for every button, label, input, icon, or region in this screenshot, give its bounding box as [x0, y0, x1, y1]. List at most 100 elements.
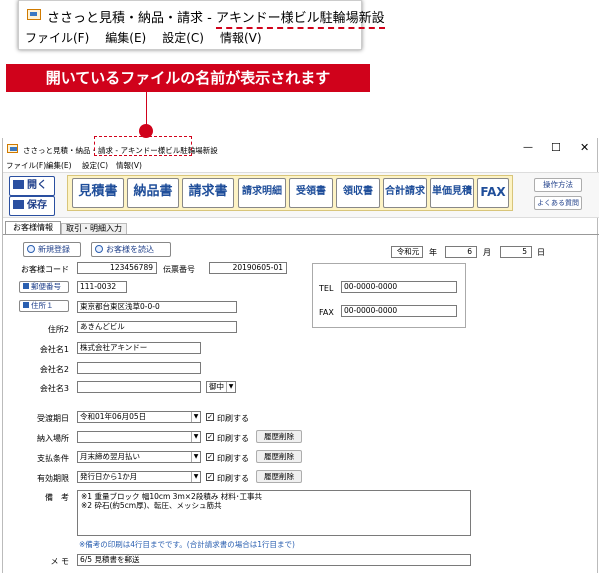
postal-field[interactable]: 111-0032: [77, 281, 127, 293]
postal-btn-label: 郵便番号: [31, 282, 61, 291]
open-button[interactable]: 開く: [9, 176, 55, 196]
delivery-button[interactable]: 納品書: [127, 178, 179, 208]
company2-field[interactable]: [77, 362, 201, 374]
open-label: 開く: [27, 180, 47, 191]
chevron-down-icon: ▼: [191, 432, 200, 442]
print-checkbox-delivery-date[interactable]: ✓: [206, 413, 214, 421]
contact-panel: [312, 263, 466, 328]
app-window: ささっと見積・納品・請求 - アキンドー様ビル駐輪場新設 — ☐ ✕ ファイル(…: [2, 138, 599, 573]
print-checkbox-payment-terms[interactable]: ✓: [206, 453, 214, 461]
invoice-detail-button[interactable]: 請求明細: [238, 178, 286, 208]
address1-lookup-button[interactable]: 住所１: [19, 300, 69, 312]
delivery-date-select[interactable]: 令和01年06月05日 ▼: [77, 411, 201, 423]
printer-icon: [23, 302, 29, 308]
person-search-icon: [95, 245, 103, 253]
zoom-menu-settings: 設定(C): [162, 31, 204, 45]
total-invoice-button[interactable]: 合計請求: [383, 178, 427, 208]
company3-label: 会社名3: [39, 384, 69, 393]
address2-field[interactable]: あきんどビル: [77, 321, 237, 333]
delivery-place-select[interactable]: ▼: [77, 431, 201, 443]
read-customer-button[interactable]: お客様を読込: [91, 242, 171, 257]
slip-no-field[interactable]: 20190605-01: [209, 262, 287, 274]
company3-field[interactable]: [77, 381, 201, 393]
zoom-title-prefix: ささっと見積・納品・請求 -: [47, 11, 216, 26]
honorific-select[interactable]: 御中 ▼: [206, 381, 236, 393]
fax-field[interactable]: 00-0000-0000: [341, 305, 457, 317]
payment-terms-select[interactable]: 月末締め翌月払い ▼: [77, 451, 201, 463]
era-field[interactable]: 令和元: [391, 246, 423, 258]
maximize-button[interactable]: ☐: [551, 141, 561, 154]
tel-field[interactable]: 00-0000-0000: [341, 281, 457, 293]
print-label: 印刷する: [217, 474, 249, 483]
memo-field[interactable]: 6/5 見積書を郵送: [77, 554, 471, 566]
new-register-button[interactable]: 新規登録: [23, 242, 81, 257]
open-icon: [13, 180, 24, 189]
day-field[interactable]: 5: [500, 246, 532, 258]
close-button[interactable]: ✕: [580, 141, 589, 154]
estimate-button[interactable]: 見積書: [72, 178, 124, 208]
tab-customer-info[interactable]: お客様情報: [5, 221, 61, 234]
menu-file[interactable]: ファイル(F): [6, 160, 46, 171]
menu-edit[interactable]: 編集(E): [46, 160, 72, 171]
receipt-of-goods-button[interactable]: 受領書: [289, 178, 333, 208]
year-unit: 年: [429, 248, 437, 257]
unit-price-estimate-button[interactable]: 単価見積: [430, 178, 474, 208]
validity-select[interactable]: 発行日から1か月 ▼: [77, 471, 201, 483]
save-icon: [13, 200, 24, 209]
receipt-button[interactable]: 領収書: [336, 178, 380, 208]
zoom-title-filename: アキンドー様ビル駐輪場新設: [215, 11, 385, 29]
history-delete-button[interactable]: 履歴削除: [256, 450, 302, 463]
company1-field[interactable]: 株式会社アキンドー: [77, 342, 201, 354]
menu-settings[interactable]: 設定(C): [82, 160, 108, 171]
remarks-note: ※備考の印刷は4行目までです。(合計請求書の場合は1行目まで): [79, 540, 295, 549]
remarks-textarea[interactable]: ※1 重量ブロック 幅10cm 3m×2段積み 材料･工事共 ※2 砕石(約5c…: [77, 490, 471, 536]
company2-label: 会社名2: [39, 365, 69, 374]
print-label: 印刷する: [217, 434, 249, 443]
tab-transaction-entry[interactable]: 取引・明細入力: [61, 223, 127, 234]
minimize-button[interactable]: —: [523, 142, 533, 153]
zoom-menubar: ファイル(F) 編集(E) 設定(C) 情報(V): [25, 29, 278, 46]
remarks-line-2: ※2 砕石(約5cm厚)、転圧、メッシュ筋共: [81, 501, 222, 510]
validity-value: 発行日から1か月: [80, 472, 138, 481]
postal-lookup-button[interactable]: 郵便番号: [19, 281, 69, 293]
chevron-down-icon: ▼: [191, 412, 200, 422]
honorific-value: 御中: [209, 382, 224, 391]
delivery-date-label: 受渡期日: [37, 414, 69, 423]
zoom-menu-file: ファイル(F): [25, 31, 90, 45]
callout-highlight-box: [94, 136, 192, 156]
print-label: 印刷する: [217, 414, 249, 423]
month-unit: 月: [483, 248, 491, 257]
save-button[interactable]: 保存: [9, 196, 55, 216]
customer-code-field[interactable]: 123456789: [77, 262, 157, 274]
customer-code-label: お客様コード: [21, 265, 69, 274]
delivery-date-value: 令和01年06月05日: [80, 412, 147, 421]
faq-button[interactable]: よくある質問: [534, 196, 582, 210]
window-app-icon: [7, 144, 18, 153]
invoice-button[interactable]: 請求書: [182, 178, 234, 208]
chevron-down-icon: ▼: [191, 452, 200, 462]
fax-button[interactable]: FAX: [477, 178, 509, 208]
month-field[interactable]: 6: [445, 246, 477, 258]
save-label: 保存: [27, 200, 47, 211]
callout-banner: 開いているファイルの名前が表示されます: [6, 64, 370, 92]
day-unit: 日: [537, 248, 545, 257]
zoom-title: ささっと見積・納品・請求 - アキンドー様ビル駐輪場新設: [47, 7, 385, 29]
address1-field[interactable]: 東京都台東区浅草0-0-0: [77, 301, 237, 313]
history-delete-button[interactable]: 履歴削除: [256, 430, 302, 443]
delivery-place-label: 納入場所: [37, 434, 69, 443]
tel-label: TEL: [319, 284, 334, 293]
print-checkbox-validity[interactable]: ✓: [206, 473, 214, 481]
remarks-label: 備 考: [45, 493, 69, 502]
company1-label: 会社名1: [39, 345, 69, 354]
callout-line: [146, 92, 147, 126]
validity-label: 有効期限: [37, 474, 69, 483]
callout-dot: [139, 124, 153, 138]
print-label: 印刷する: [217, 454, 249, 463]
person-icon: [27, 245, 35, 253]
manual-button[interactable]: 操作方法: [534, 178, 582, 192]
history-delete-button[interactable]: 履歴削除: [256, 470, 302, 483]
payment-terms-label: 支払条件: [37, 454, 69, 463]
slip-no-label: 伝票番号: [163, 265, 195, 274]
menu-info[interactable]: 情報(V): [116, 160, 142, 171]
print-checkbox-delivery-place[interactable]: ✓: [206, 433, 214, 441]
